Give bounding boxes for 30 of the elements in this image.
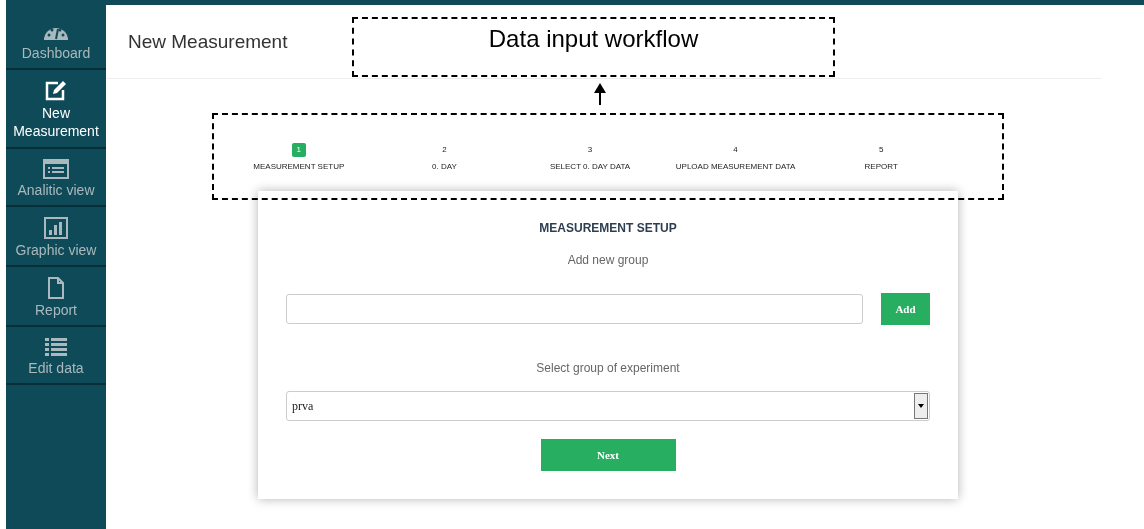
annotation-box: Data input workflow (352, 17, 835, 77)
group-name-field[interactable] (286, 294, 863, 324)
chart-icon (44, 216, 68, 239)
step-number: 5 (877, 144, 885, 156)
step-number: 1 (291, 143, 306, 157)
nav-item[interactable]: Graphic view (6, 206, 106, 267)
select-group-label: Select group of experiment (536, 361, 680, 375)
card-title: MEASUREMENT SETUP (539, 221, 677, 235)
nav-item[interactable]: Edit data (6, 327, 106, 386)
edit-icon (44, 80, 68, 103)
nav-item[interactable]: Analitic view (6, 148, 106, 207)
list-icon (44, 337, 68, 358)
step-number: 3 (586, 144, 594, 156)
step-tab[interactable]: 3 SELECT 0. DAY DATA (517, 143, 663, 171)
step-tab[interactable]: 4 UPLOAD MEASUREMENT DATA (662, 143, 809, 171)
page-title: New Measurement (128, 31, 288, 53)
nav-item[interactable]: Dashboard (6, 22, 106, 71)
document-icon (47, 276, 65, 299)
step-number: 4 (732, 144, 739, 156)
nav-item[interactable]: New Measurement (6, 70, 106, 149)
step-number: 2 (441, 144, 448, 156)
step-tab[interactable]: 2 0. DAY (371, 143, 518, 171)
step-tab[interactable]: 5 REPORT (808, 143, 954, 171)
annotation-arrow (593, 83, 607, 105)
step-tab[interactable]: 1 MEASUREMENT SETUP (226, 143, 372, 171)
group-select[interactable]: prva (286, 391, 930, 421)
nav-item[interactable]: Report (6, 266, 106, 328)
dropdown-icon (914, 393, 928, 419)
list-icon (43, 158, 69, 179)
add-group-label: Add new group (567, 253, 649, 267)
